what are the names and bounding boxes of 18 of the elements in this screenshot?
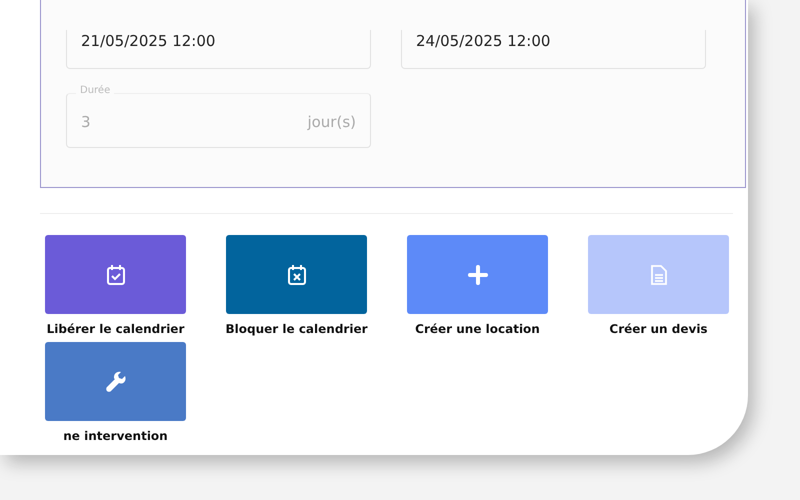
date-field[interactable]: 21/05/2025 12:00 (66, 30, 371, 69)
action-tile[interactable] (407, 235, 548, 314)
action-label: Bloquer le calendrier (226, 322, 368, 336)
action-label: ne intervention (63, 429, 168, 443)
wrench-icon (104, 370, 126, 392)
calendar-check-icon (106, 264, 126, 286)
action-label: Libérer le calendrier (46, 322, 184, 336)
action-tile[interactable] (45, 342, 186, 421)
action-label: Créer une location (415, 322, 540, 336)
plus-icon (468, 264, 488, 284)
date-field[interactable]: 24/05/2025 12:00 (401, 30, 706, 69)
calendar-x-icon (286, 264, 306, 286)
action-tile[interactable] (45, 235, 186, 314)
field-label: Durée (76, 85, 114, 96)
action-label: Créer un devis (609, 322, 708, 336)
document-icon (650, 264, 666, 284)
action-tile[interactable] (226, 235, 367, 314)
action-tile[interactable] (588, 235, 729, 314)
